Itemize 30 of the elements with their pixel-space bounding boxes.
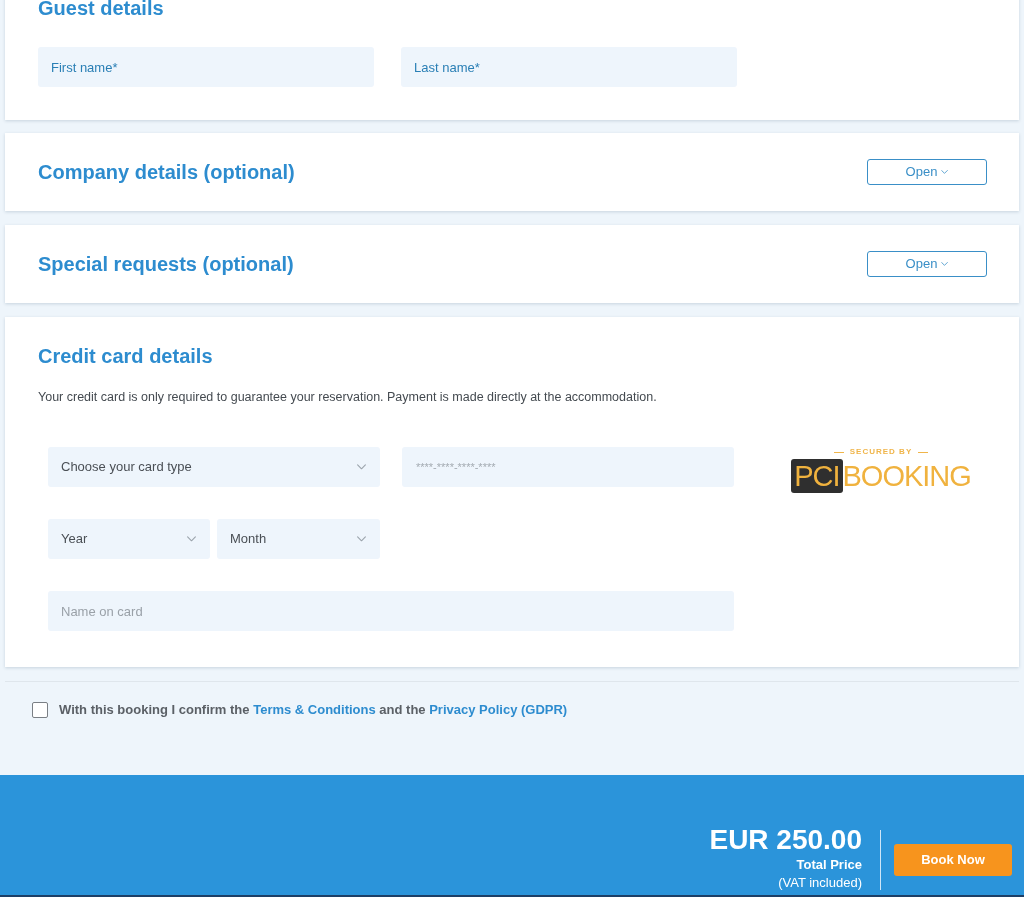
chevron-down-icon [941,170,949,174]
card-type-select[interactable]: Choose your card type [48,447,380,487]
inline-link[interactable]: Terms & Conditions [253,702,376,718]
chevron-down-icon [357,464,366,470]
expiry-select[interactable]: Year [48,519,210,559]
price-label: Total Price [796,856,862,874]
name-field[interactable]: Last name* [401,47,737,87]
price-note: (VAT included) [778,874,862,892]
expiry-select[interactable]: Month [217,519,380,559]
card-note: Your credit card is only required to guarantee your reservation. Payment is made directly at the accommodation. [38,389,658,406]
inline-link[interactable]: Privacy Policy (GDPR) [429,702,568,718]
section-title: Guest details [38,0,165,20]
chevron-down-icon [187,536,196,542]
name-on-card-field[interactable]: Name on card [48,591,734,631]
name-field[interactable]: First name* [38,47,374,87]
chevron-down-icon [357,536,366,542]
chevron-down-icon [941,262,949,266]
section-title: Company details (optional) [37,160,295,184]
open-button[interactable]: Open [867,159,987,185]
consent-text: With this booking I confirm the Terms & Conditions and the Privacy Policy (GDPR) [59,701,568,720]
book-now-button[interactable]: Book Now [894,844,1012,876]
consent-checkbox[interactable] [32,702,48,718]
open-button[interactable]: Open [867,251,987,277]
logo-wordmark: BOOKING [842,459,971,493]
secured-by-caption: SECURED BY [833,447,929,457]
card-number-field[interactable]: ****-****-****-**** [402,447,734,487]
section-title: Credit card details [38,344,214,368]
section-title: Special requests (optional) [37,252,294,276]
total-price: EUR 250.00 [709,824,862,856]
logo-mark: PCI [791,459,843,493]
